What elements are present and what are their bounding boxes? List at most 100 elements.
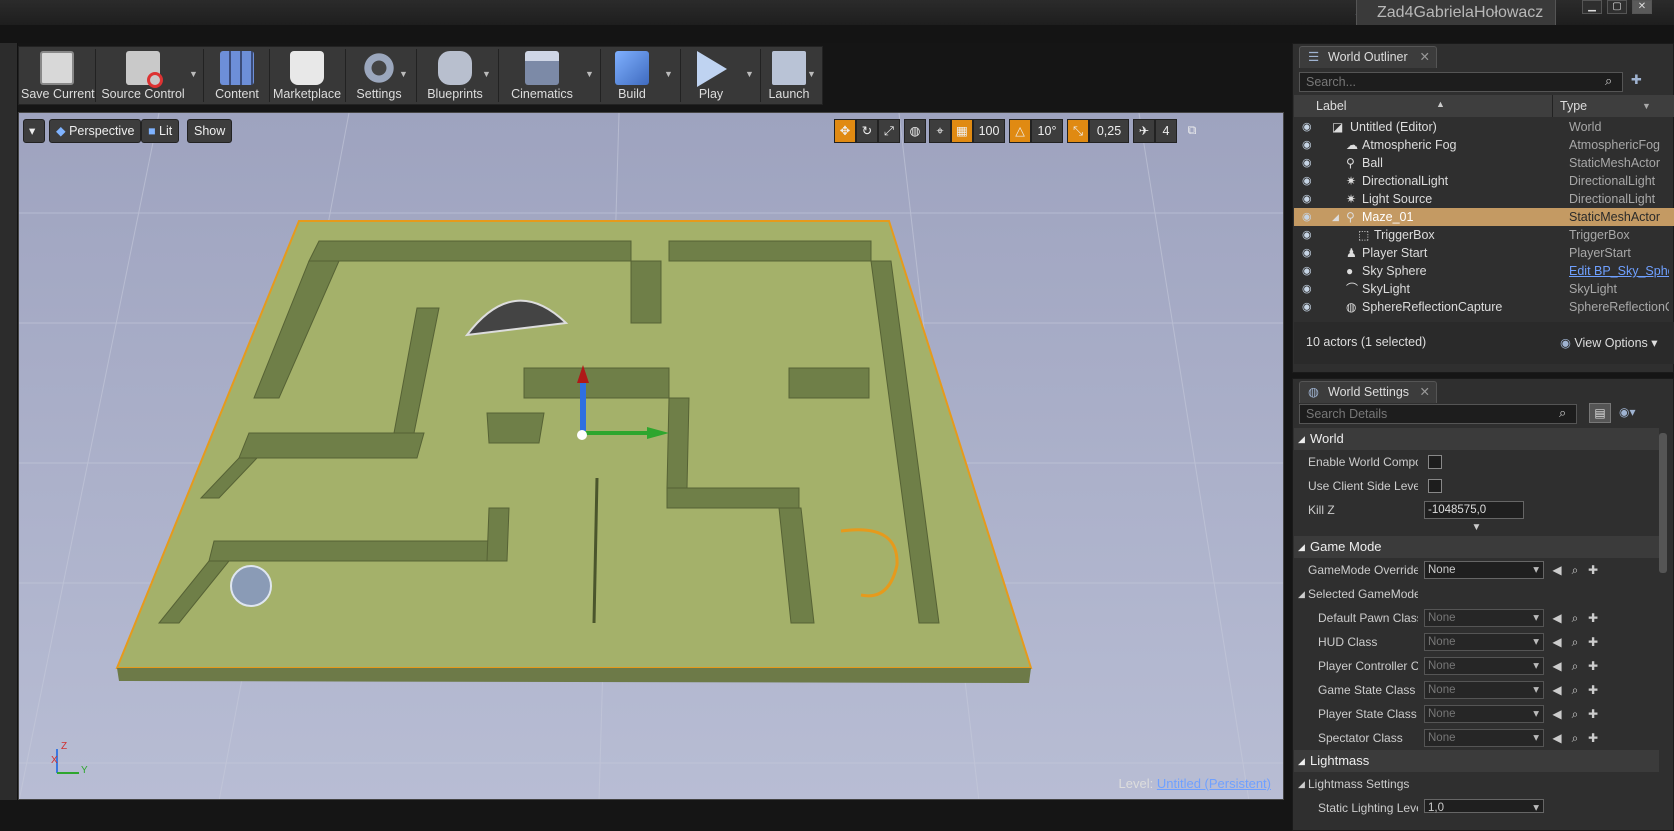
rotation-snap-icon[interactable]: △ [1009,119,1031,143]
use-selected-arrow-icon[interactable]: ◀ [1550,731,1564,745]
perspective-button[interactable]: ◆ Perspective [49,119,142,143]
visibility-eye-icon[interactable]: ◉ [1302,194,1316,205]
browse-icon[interactable]: ⌕ [1568,659,1582,673]
use-client-side-checkbox[interactable] [1428,479,1442,493]
world-space-icon[interactable]: ◍ [904,119,926,143]
add-new-icon[interactable]: ✚ [1586,563,1600,577]
outliner-row-sky-sphere[interactable]: ◉●Sky SphereEdit BP_Sky_Sphere [1294,262,1674,280]
column-options-icon[interactable]: ▼ [1642,95,1651,117]
browse-icon[interactable]: ⌕ [1568,683,1582,697]
outliner-row-light-source[interactable]: ◉ ✷ Light Source DirectionalLight [1294,190,1674,208]
content-button[interactable]: Content [207,47,267,104]
add-new-icon[interactable]: ✚ [1586,707,1600,721]
use-selected-arrow-icon[interactable]: ◀ [1550,659,1564,673]
play-dropdown[interactable]: ▼ [745,69,755,79]
browse-icon[interactable]: ⌕ [1568,707,1582,721]
hud-class-select[interactable]: None [1424,633,1544,651]
translate-mode-icon[interactable]: ✥ [834,119,856,143]
rotate-mode-icon[interactable]: ↻ [856,119,878,143]
outliner-row-ball[interactable]: ◉ ⚲ Ball StaticMeshActor [1294,154,1674,172]
marketplace-button[interactable]: Marketplace [271,47,343,104]
browse-icon[interactable]: ⌕ [1568,563,1582,577]
visibility-eye-icon[interactable]: ◉ [1302,284,1316,295]
visibility-eye-icon[interactable]: ◉ [1302,212,1316,223]
visibility-eye-icon[interactable]: ◉ [1302,140,1316,151]
view-options-button[interactable]: ◉ View Options ▾ [1560,335,1658,350]
visibility-eye-icon[interactable]: ◉ [1302,248,1316,259]
outliner-row-directional-light[interactable]: ◉ ✷ DirectionalLight DirectionalLight [1294,172,1674,190]
details-search-input[interactable]: Search Details [1299,404,1577,424]
grid-snap-value[interactable]: 100 [973,119,1005,143]
scale-mode-icon[interactable]: ⤢ [878,119,900,143]
camera-speed-value[interactable]: 4 [1155,119,1177,143]
expand-arrow-icon[interactable]: ◢ [1332,210,1346,224]
camera-speed-icon[interactable]: ✈ [1133,119,1155,143]
level-viewport[interactable]: ▾ ◆ Perspective ■ Lit Show ✥ ↻ ⤢ ◍ ⌖ ▦ 1… [18,112,1284,800]
outliner-row-sphere-reflection[interactable]: ◉ ◍ SphereReflectionCapture SphereReflectio… [1294,298,1674,316]
visibility-eye-icon[interactable]: ◉ [1302,176,1316,187]
edit-blueprint-link[interactable]: Edit BP_Sky_Sphere [1569,262,1669,280]
add-new-icon[interactable]: ✚ [1586,731,1600,745]
cinematics-dropdown[interactable]: ▼ [585,69,595,79]
visibility-eye-icon[interactable]: ◉ [1302,266,1316,277]
use-selected-arrow-icon[interactable]: ◀ [1550,611,1564,625]
rotation-snap-value[interactable]: 10° [1031,119,1063,143]
visibility-eye-icon[interactable]: ◉ [1302,302,1316,313]
blueprints-dropdown[interactable]: ▼ [482,69,492,79]
project-title-tab[interactable]: Zad4GabrielaHołowacz [1356,0,1556,25]
visibility-eye-icon[interactable]: ◉ [1302,230,1316,241]
static-lighting-level-scale-input[interactable]: 1,0 [1424,799,1544,816]
player-controller-class-select[interactable]: None [1424,657,1544,675]
ball-actor[interactable] [230,565,272,607]
tab-world-settings[interactable]: ◍ World Settings ✕ [1299,381,1437,403]
grid-snap-icon[interactable]: ▦ [951,119,973,143]
details-scrollbar[interactable] [1659,433,1667,573]
add-actor-icon[interactable]: ✚ [1631,72,1642,88]
use-selected-arrow-icon[interactable]: ◀ [1550,635,1564,649]
scale-snap-value[interactable]: 0,25 [1089,119,1129,143]
player-state-class-select[interactable]: None [1424,705,1544,723]
visibility-options-icon[interactable]: ◉▾ [1619,405,1636,419]
visibility-eye-icon[interactable]: ◉ [1302,122,1316,133]
default-pawn-class-select[interactable]: None [1424,609,1544,627]
property-matrix-icon[interactable]: ▤ [1589,403,1611,423]
tab-world-outliner[interactable]: ☰ World Outliner ✕ [1299,46,1437,68]
advanced-expand-icon[interactable]: ▼ [1294,522,1659,536]
enable-world-composition-checkbox[interactable] [1428,455,1442,469]
add-new-icon[interactable]: ✚ [1586,611,1600,625]
source-control-dropdown[interactable]: ▼ [189,69,199,79]
gamemode-override-select[interactable]: None [1424,561,1544,579]
section-world[interactable]: ◢ World [1294,428,1659,450]
viewport-options-button[interactable]: ▾ [23,119,45,143]
blueprints-button[interactable]: Blueprints [419,47,491,104]
browse-icon[interactable]: ⌕ [1568,731,1582,745]
cinematics-button[interactable]: Cinematics [501,47,583,104]
maximize-icon[interactable]: ▢ [1607,0,1627,14]
outliner-row-skylight[interactable]: ◉ ⌒ SkyLight SkyLight [1294,280,1674,298]
use-selected-arrow-icon[interactable]: ◀ [1550,563,1564,577]
build-dropdown[interactable]: ▼ [664,69,674,79]
outliner-row-player-start[interactable]: ◉ ♟ Player Start PlayerStart [1294,244,1674,262]
game-state-class-select[interactable]: None [1424,681,1544,699]
outliner-row-world[interactable]: ◉ ◪ Untitled (Editor) World [1294,118,1674,136]
section-lightmass[interactable]: ◢ Lightmass [1294,750,1659,772]
row-selected-gamemode[interactable]: ◢ Selected GameMode [1294,582,1659,606]
settings-dropdown[interactable]: ▼ [399,69,409,79]
outliner-row-maze[interactable]: ◉ ◢ ⚲ Maze_01 StaticMeshActor [1294,208,1674,226]
add-new-icon[interactable]: ✚ [1586,635,1600,649]
column-label[interactable]: Label [1316,95,1347,117]
close-tab-icon[interactable]: ✕ [1420,382,1430,403]
source-control-button[interactable]: Source Control [99,47,187,104]
use-selected-arrow-icon[interactable]: ◀ [1550,683,1564,697]
level-link[interactable]: Untitled (Persistent) [1157,776,1271,791]
save-current-button[interactable]: Save Current [21,47,95,104]
browse-icon[interactable]: ⌕ [1568,635,1582,649]
launch-dropdown[interactable]: ▼ [807,69,817,79]
outliner-row-atmospheric-fog[interactable]: ◉ ☁ Atmospheric Fog AtmosphericFog [1294,136,1674,154]
spectator-class-select[interactable]: None [1424,729,1544,747]
scale-snap-icon[interactable]: ⤡ [1067,119,1089,143]
surface-snap-icon[interactable]: ⌖ [929,119,951,143]
add-new-icon[interactable]: ✚ [1586,683,1600,697]
close-icon[interactable]: ✕ [1632,0,1652,14]
row-lightmass-settings[interactable]: ◢ Lightmass Settings [1294,772,1659,796]
